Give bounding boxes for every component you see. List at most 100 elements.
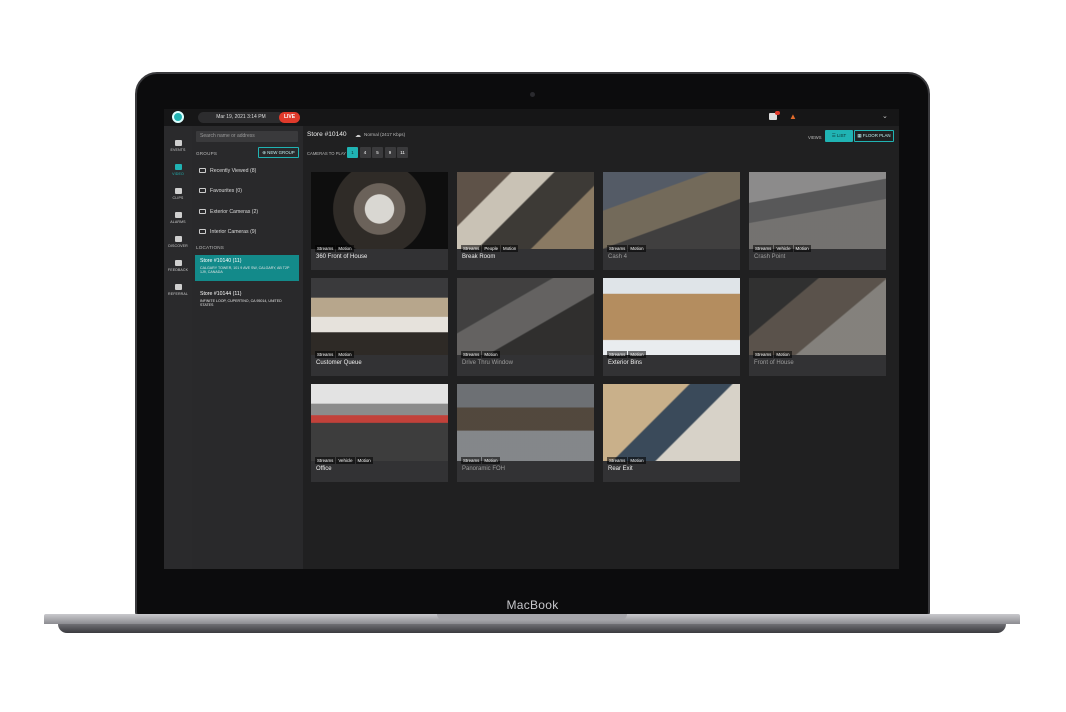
camera-name: Front of House xyxy=(754,360,794,366)
camera-tag: Streams xyxy=(315,351,336,358)
cameras-to-play-option[interactable]: 5 xyxy=(372,147,383,158)
camera-name: Cash 4 xyxy=(608,254,628,260)
nav-item-feedback[interactable]: FEEDBACK xyxy=(164,260,192,282)
camera-name: Rear Exit xyxy=(608,466,633,472)
discover-icon xyxy=(174,236,182,242)
groups-heading: GROUPS xyxy=(196,151,218,156)
folder-icon xyxy=(199,168,206,173)
cameras-to-play-option[interactable]: 11 xyxy=(397,147,408,158)
camera-tag: Streams xyxy=(753,351,774,358)
nav-item-discover[interactable]: DISCOVER xyxy=(164,236,192,258)
group-label: Favourites (0) xyxy=(210,188,242,194)
camera-tag: Vehicle xyxy=(336,457,355,464)
camera-tile[interactable]: Streams Motion Drive Thru Window xyxy=(457,278,594,376)
nav-rail: EVENTS VIDEO CLIPS ALARMS DISCOVER FEEDB… xyxy=(164,126,192,569)
location-name: Store #10144 (11) xyxy=(200,291,242,297)
group-item[interactable]: Exterior Cameras (2) xyxy=(196,205,298,219)
camera-tags: Streams Motion xyxy=(753,343,793,361)
camera-tile[interactable]: Streams Vehicle Motion Office xyxy=(311,384,448,482)
user-icon[interactable]: ▲ xyxy=(789,113,798,121)
camera-tag: Motion xyxy=(628,351,646,358)
list-label: LIST xyxy=(836,133,847,138)
camera-name: Panoramic FOH xyxy=(462,466,506,472)
camera-tags: Streams Motion xyxy=(461,449,501,467)
camera-tag: Motion xyxy=(482,457,500,464)
list-view-button[interactable]: ☰ LIST xyxy=(825,130,853,142)
camera-tag: Motion xyxy=(336,245,354,252)
cloud-icon: ☁ xyxy=(355,133,361,139)
camera-name: Exterior Bins xyxy=(608,360,643,366)
events-icon xyxy=(174,140,182,146)
camera-tag: Vehicle xyxy=(774,245,793,252)
nav-label: REFERRAL xyxy=(168,292,188,296)
nav-label: VIDEO xyxy=(172,172,184,176)
camera-tag: Streams xyxy=(607,457,628,464)
referral-icon xyxy=(174,284,182,290)
feedback-icon xyxy=(174,260,182,266)
nav-item-video[interactable]: VIDEO xyxy=(164,164,192,186)
camera-name: 360 Front of House xyxy=(316,254,368,260)
camera-name: Break Room xyxy=(462,254,496,260)
cameras-to-play-option[interactable]: 9 xyxy=(384,147,396,158)
camera-tag: Motion xyxy=(628,457,646,464)
chevron-down-icon[interactable]: ⌄ xyxy=(882,112,888,120)
floor-plan-button[interactable]: ▦ FLOOR PLAN xyxy=(854,130,894,142)
cameras-to-play-option[interactable]: 4 xyxy=(359,147,371,158)
group-item[interactable]: Recently Viewed (8) xyxy=(196,164,298,178)
camera-tag: Motion xyxy=(774,351,792,358)
camera-tile[interactable]: Streams Motion Panoramic FOH xyxy=(457,384,594,482)
laptop-base-lip xyxy=(58,624,1006,633)
camera-tile[interactable]: Streams Motion Cash 4 xyxy=(603,172,740,270)
location-address: INFINITE LOOP, CUPERTINO, CA 95014, UNIT… xyxy=(200,299,282,308)
camera-tag: Streams xyxy=(461,351,482,358)
camera-tags: Streams Motion xyxy=(607,449,647,467)
webcam-icon xyxy=(530,92,535,97)
cameras-to-play-option[interactable]: 1 xyxy=(347,147,358,158)
camera-tile[interactable]: Streams Vehicle Motion Crash Point xyxy=(749,172,886,270)
camera-name: Customer Queue xyxy=(316,360,362,366)
new-group-button[interactable]: ⊕ NEW GROUP xyxy=(258,147,299,158)
camera-tag: Motion xyxy=(628,245,646,252)
camera-tag: Streams xyxy=(461,457,482,464)
camera-tile[interactable]: Streams Motion Customer Queue xyxy=(311,278,448,376)
camera-tile[interactable]: Streams People Motion Break Room xyxy=(457,172,594,270)
camera-name: Crash Point xyxy=(754,254,786,260)
location-address: CALGARY TOWER, 101 9 AVE SW, CALGARY, AB… xyxy=(200,266,290,275)
camera-name: Drive Thru Window xyxy=(462,360,513,366)
search-input[interactable]: Search name or address xyxy=(196,131,298,142)
nav-label: DISCOVER xyxy=(168,244,188,248)
folder-icon xyxy=(199,229,206,234)
camera-tile[interactable]: Streams Motion Exterior Bins xyxy=(603,278,740,376)
location-item[interactable]: Store #10140 (11) CALGARY TOWER, 101 9 A… xyxy=(195,255,299,281)
live-button[interactable]: LIVE xyxy=(279,112,300,123)
camera-tag: Motion xyxy=(501,245,519,252)
location-item[interactable]: Store #10144 (11) INFINITE LOOP, CUPERTI… xyxy=(195,288,299,314)
laptop-brand: MacBook xyxy=(506,598,559,612)
camera-tile[interactable]: Streams Motion Rear Exit xyxy=(603,384,740,482)
app-logo-icon[interactable] xyxy=(172,111,184,123)
group-label: Exterior Cameras (2) xyxy=(210,209,259,215)
camera-tags: Streams Motion xyxy=(607,343,647,361)
nav-item-clips[interactable]: CLIPS xyxy=(164,188,192,210)
camera-tag: Streams xyxy=(753,245,774,252)
sidebar: Search name or address GROUPS ⊕ NEW GROU… xyxy=(192,126,303,569)
top-bar: Mar 19, 2021 3:14 PM LIVE ▲ ⌄ xyxy=(164,109,899,126)
page-title: Store #10140 xyxy=(307,131,347,138)
camera-tags: Streams Motion xyxy=(461,343,501,361)
camera-tile[interactable]: Streams Motion 360 Front of House xyxy=(311,172,448,270)
camera-tag: Streams xyxy=(607,351,628,358)
camera-tag: Motion xyxy=(336,351,354,358)
group-item[interactable]: Interior Cameras (9) xyxy=(196,225,298,239)
camera-tile[interactable]: Streams Motion Front of House xyxy=(749,278,886,376)
locations-heading: LOCATIONS xyxy=(196,245,225,250)
group-item[interactable]: Favourites (0) xyxy=(196,184,298,198)
new-group-label: NEW GROUP xyxy=(267,150,295,155)
nav-label: EVENTS xyxy=(170,148,186,152)
folder-icon xyxy=(199,209,206,214)
nav-item-referral[interactable]: REFERRAL xyxy=(164,284,192,306)
nav-item-alarms[interactable]: ALARMS xyxy=(164,212,192,234)
camera-tag: Streams xyxy=(315,457,336,464)
camera-tag: People xyxy=(482,245,501,252)
nav-item-events[interactable]: EVENTS xyxy=(164,140,192,162)
datetime-display[interactable]: Mar 19, 2021 3:14 PM xyxy=(198,112,284,123)
